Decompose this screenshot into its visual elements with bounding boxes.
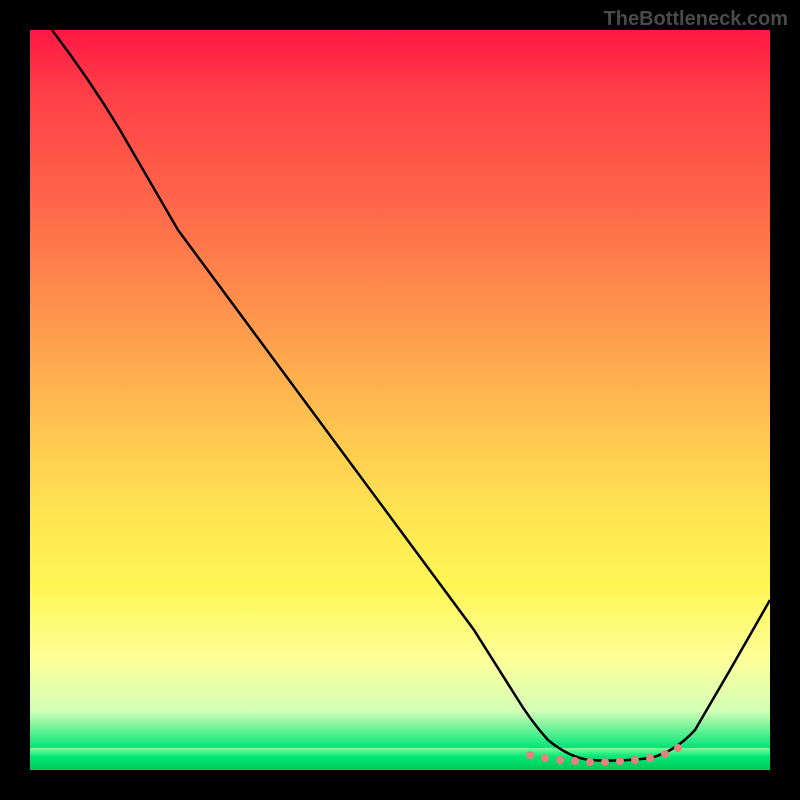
- marker-dot: [541, 754, 549, 762]
- marker-dot: [661, 750, 669, 758]
- marker-dot: [571, 757, 579, 765]
- marker-dot: [646, 754, 654, 762]
- chart-area: [30, 30, 770, 770]
- marker-dot: [601, 758, 609, 766]
- marker-dot: [674, 744, 682, 752]
- marker-dot: [616, 757, 624, 765]
- marker-dot: [631, 756, 639, 764]
- bottleneck-curve-svg: [30, 30, 770, 770]
- marker-dot: [526, 751, 534, 759]
- marker-dot: [586, 758, 594, 766]
- marker-dot: [556, 756, 564, 764]
- watermark-text: TheBottleneck.com: [604, 8, 788, 31]
- bottleneck-curve-path: [52, 30, 770, 761]
